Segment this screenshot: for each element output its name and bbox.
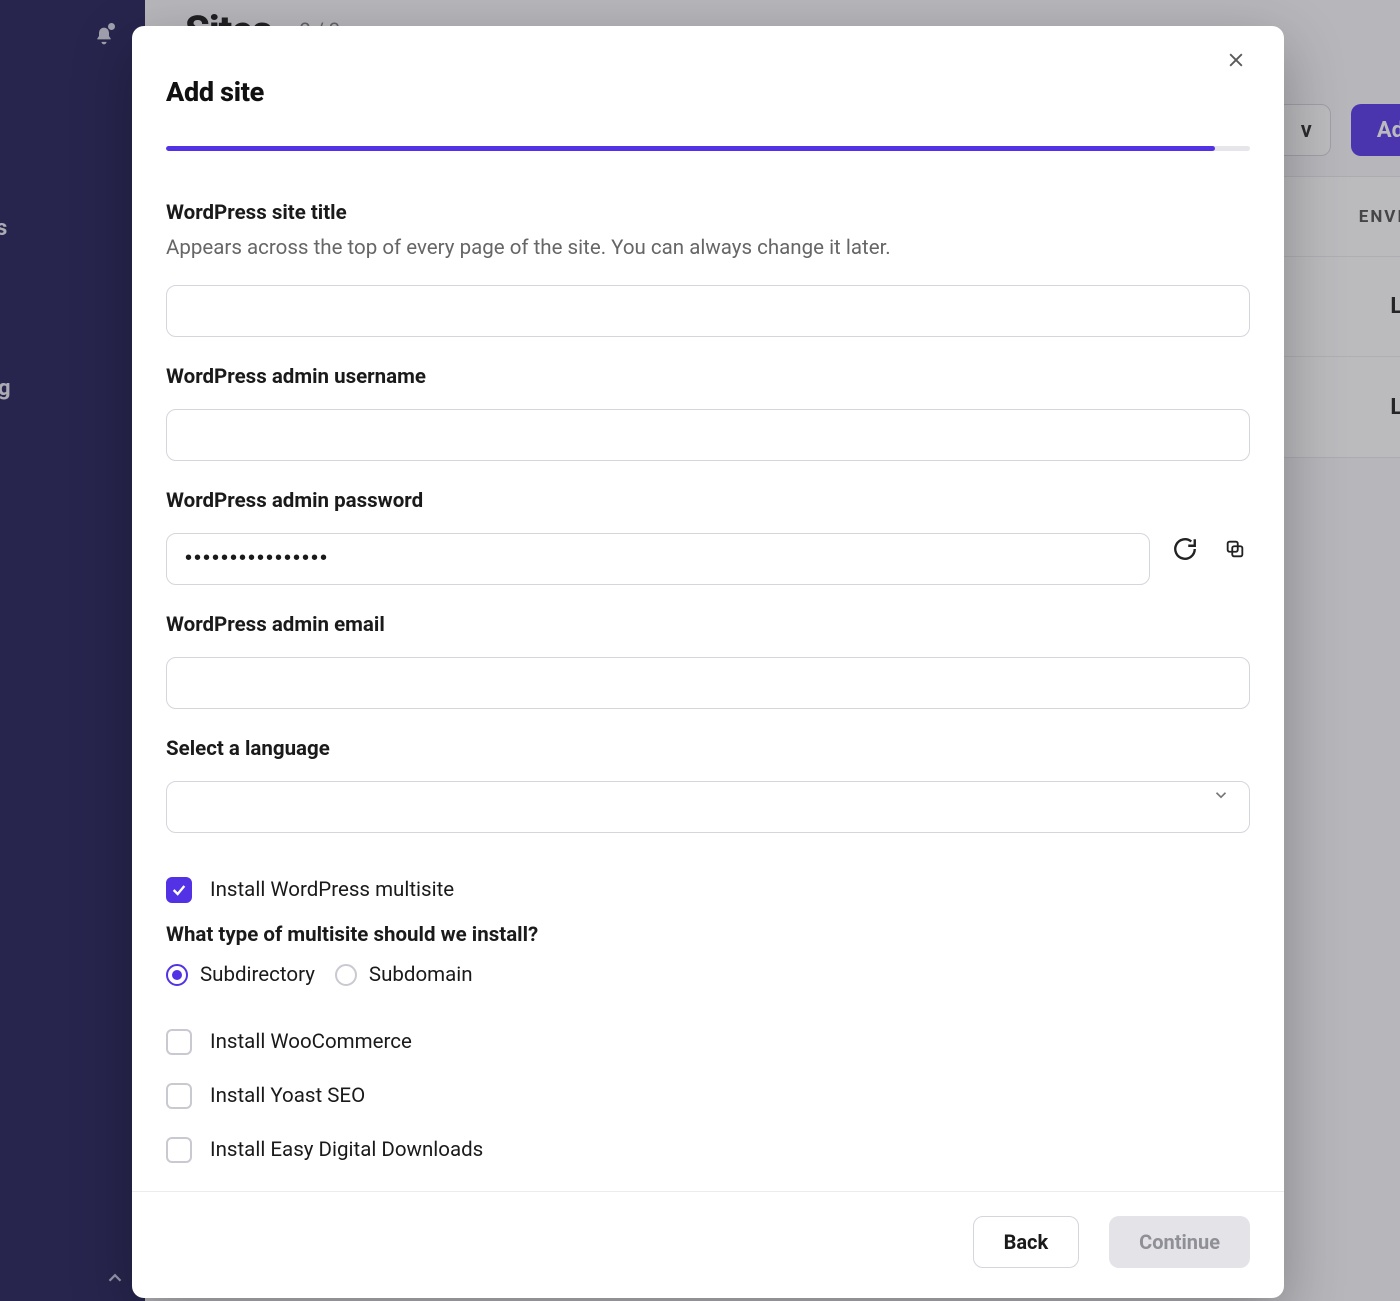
back-button-label: Back — [1004, 1230, 1049, 1254]
yoast-checkbox[interactable] — [166, 1083, 192, 1109]
multisite-checkbox-label: Install WordPress multisite — [210, 878, 454, 902]
progress-bar — [132, 122, 1284, 151]
yoast-checkbox-label: Install Yoast SEO — [210, 1084, 365, 1108]
continue-button-label: Continue — [1139, 1230, 1220, 1254]
language-label: Select a language — [166, 737, 1250, 761]
radio-subdomain[interactable]: Subdomain — [335, 963, 473, 987]
radio-subdomain-label: Subdomain — [369, 963, 473, 987]
admin-password-input[interactable] — [166, 533, 1150, 585]
edd-checkbox-label: Install Easy Digital Downloads — [210, 1138, 483, 1162]
woocommerce-checkbox-label: Install WooCommerce — [210, 1030, 412, 1054]
site-title-input[interactable] — [166, 285, 1250, 337]
multisite-type-label: What type of multisite should we install… — [166, 923, 1250, 947]
admin-email-label: WordPress admin email — [166, 613, 1250, 637]
copy-icon[interactable] — [1220, 534, 1250, 564]
edd-checkbox[interactable] — [166, 1137, 192, 1163]
admin-username-input[interactable] — [166, 409, 1250, 461]
admin-password-label: WordPress admin password — [166, 489, 1250, 513]
close-icon[interactable] — [1222, 46, 1250, 74]
admin-email-input[interactable] — [166, 657, 1250, 709]
modal-title: Add site — [166, 76, 264, 108]
back-button[interactable]: Back — [973, 1216, 1080, 1268]
woocommerce-checkbox[interactable] — [166, 1029, 192, 1055]
admin-username-label: WordPress admin username — [166, 365, 1250, 389]
site-title-label: WordPress site title — [166, 201, 1250, 225]
refresh-icon[interactable] — [1170, 534, 1200, 564]
radio-subdirectory[interactable]: Subdirectory — [166, 963, 315, 987]
language-select[interactable] — [166, 781, 1250, 833]
radio-icon — [166, 964, 188, 986]
multisite-checkbox[interactable] — [166, 877, 192, 903]
radio-subdirectory-label: Subdirectory — [200, 963, 315, 987]
continue-button[interactable]: Continue — [1109, 1216, 1250, 1268]
radio-icon — [335, 964, 357, 986]
add-site-modal: Add site WordPress site title Appears ac… — [132, 26, 1284, 1298]
site-title-description: Appears across the top of every page of … — [166, 233, 1250, 265]
